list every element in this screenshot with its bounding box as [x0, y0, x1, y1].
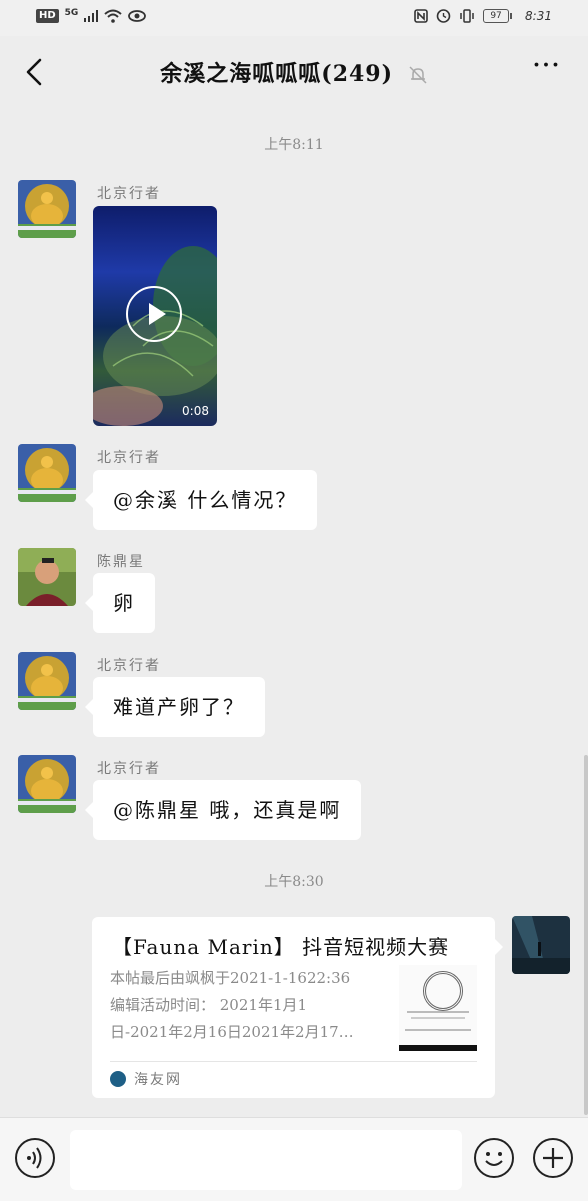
avatar[interactable]	[18, 652, 76, 710]
ocean-avatar-image	[512, 916, 570, 974]
mute-bell-icon	[409, 66, 427, 84]
avatar[interactable]	[18, 548, 76, 606]
status-left: HD 5G	[36, 8, 147, 23]
avatar[interactable]	[18, 755, 76, 813]
clock: 8:31	[525, 8, 552, 23]
more-options-icon[interactable]: ···	[528, 51, 564, 86]
card-desc-line: 编辑活动时间： 2021年1月1	[110, 996, 308, 1014]
voice-input-icon[interactable]	[15, 1138, 55, 1178]
message-bubble[interactable]: 难道产卵了？	[85, 677, 265, 737]
card-divider	[110, 1061, 477, 1062]
play-icon[interactable]	[126, 286, 182, 342]
qr-code-icon	[423, 971, 463, 1011]
add-more-icon[interactable]	[533, 1138, 573, 1178]
plus-sign	[543, 1148, 563, 1168]
card-description: 本帖最后由飒枫于2021-1-1622:36 编辑活动时间： 2021年1月1 …	[110, 965, 380, 1046]
status-bar: HD 5G 97 8:31	[0, 0, 588, 36]
link-card[interactable]: 【Fauna Marin】 抖音短视频大赛 本帖最后由飒枫于2021-1-162…	[92, 917, 503, 1098]
timestamp: 上午8:11	[264, 137, 324, 153]
chat-title-row: 余溪之海呱呱呱(249)	[0, 56, 588, 88]
message-bubble[interactable]: 卵	[85, 573, 155, 633]
scrollbar[interactable]	[584, 755, 588, 1115]
thumbnail-text-lines	[405, 1011, 471, 1031]
buddha-avatar-image	[18, 180, 76, 238]
sender-name: 北京行者	[97, 761, 161, 777]
person-avatar-image	[18, 548, 76, 606]
buddha-avatar-image	[18, 444, 76, 502]
card-source-label: 海友网	[134, 1072, 182, 1088]
sender-name: 陈鼎星	[97, 554, 145, 570]
voice-waves	[27, 1147, 42, 1169]
sender-name: 北京行者	[97, 450, 161, 466]
card-title: 【Fauna Marin】 抖音短视频大赛	[112, 935, 450, 959]
input-bar	[0, 1117, 588, 1201]
wifi-icon	[104, 9, 122, 23]
network-label: 5G	[64, 8, 79, 18]
battery-icon: 97	[483, 8, 513, 23]
avatar[interactable]	[18, 180, 76, 238]
my-avatar[interactable]	[512, 916, 570, 974]
signal-icon	[84, 10, 99, 22]
emoji-icon[interactable]	[474, 1138, 514, 1178]
chat-title: 余溪之海呱呱呱(249)	[160, 61, 394, 87]
video-message[interactable]: 0:08	[93, 206, 217, 426]
smile-face	[485, 1152, 503, 1166]
sender-name: 北京行者	[97, 658, 161, 674]
card-thumbnail	[399, 965, 477, 1051]
card-desc-line: 日-2021年2月16日2021年2月17…	[110, 1023, 354, 1041]
card-desc-line: 本帖最后由飒枫于2021-1-1622:36	[110, 969, 351, 987]
vibrate-icon	[460, 8, 474, 23]
site-logo-icon	[110, 1071, 126, 1087]
buddha-avatar-image	[18, 652, 76, 710]
buddha-avatar-image	[18, 755, 76, 813]
status-right: 97 8:31	[414, 8, 552, 23]
video-duration: 0:08	[182, 404, 209, 418]
card-source: 海友网	[110, 1069, 182, 1089]
nfc-icon	[414, 8, 428, 23]
timestamp: 上午8:30	[264, 874, 324, 890]
avatar[interactable]	[18, 444, 76, 502]
sender-name: 北京行者	[97, 186, 161, 202]
hd-badge: HD	[36, 9, 59, 23]
alarm-icon	[436, 9, 451, 23]
message-input[interactable]	[70, 1130, 462, 1190]
message-bubble[interactable]: @余溪 什么情况？	[84, 470, 318, 530]
eye-icon	[128, 10, 147, 22]
message-bubble[interactable]: @陈鼎星 哦，还真是啊	[84, 780, 362, 840]
chat-header: 余溪之海呱呱呱(249) ···	[0, 36, 588, 108]
